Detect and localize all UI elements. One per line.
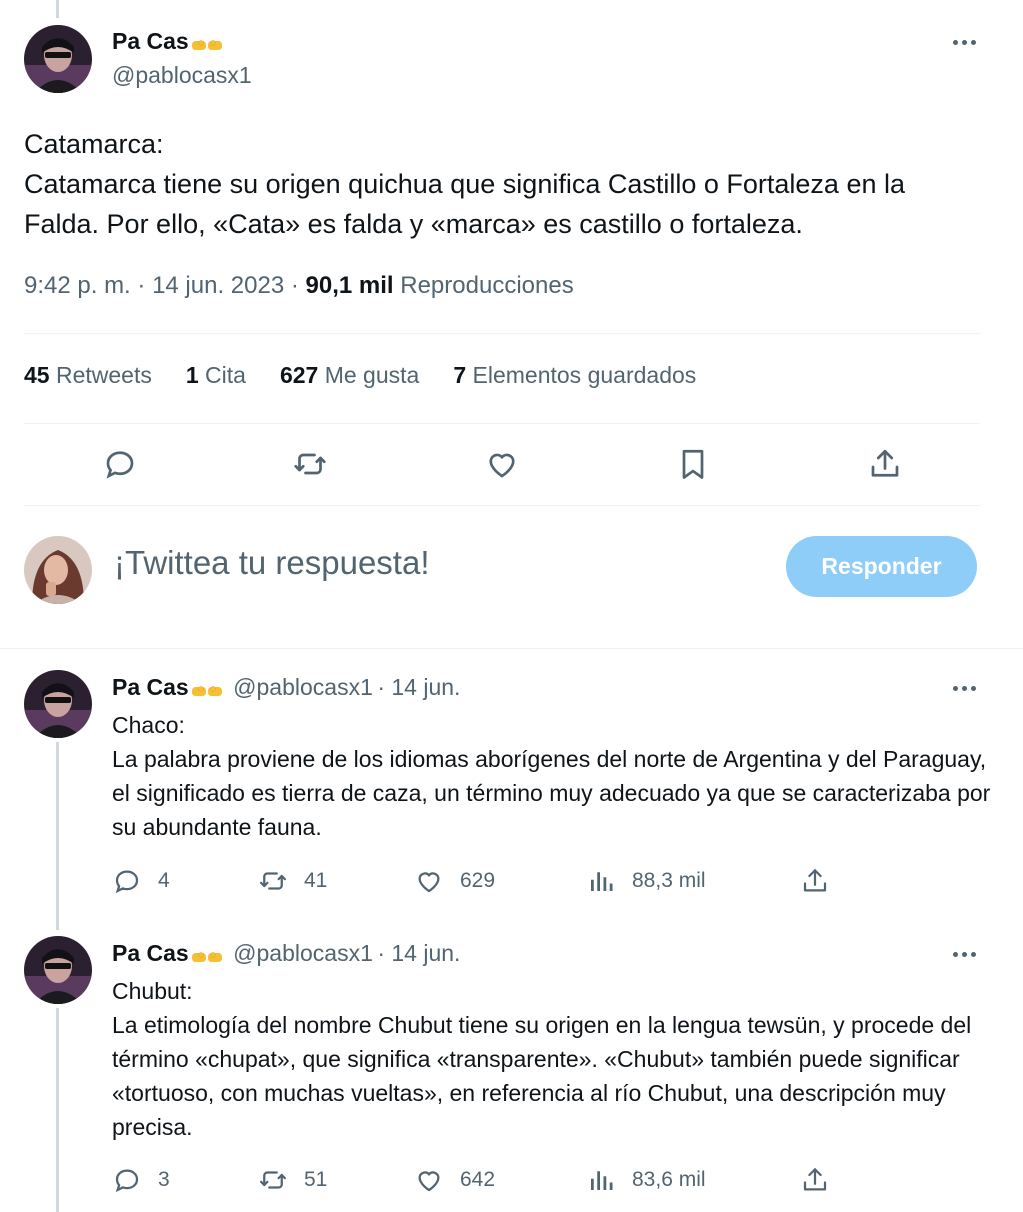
user-avatar[interactable]: [24, 536, 92, 604]
retweet-icon: [260, 1171, 286, 1189]
views-count: 88,3 mil: [632, 869, 706, 892]
divider: [24, 505, 980, 506]
divider: [0, 648, 1023, 649]
views-label: Reproducciones: [400, 272, 574, 299]
reply-icon: [115, 1169, 139, 1193]
author-handle[interactable]: @pablocasx1: [112, 62, 252, 89]
reply-text: Chaco: La palabra proviene de los idioma…: [112, 708, 992, 844]
thread-line-reply-1: [56, 742, 59, 930]
author-name-row[interactable]: Pa Cas: [112, 28, 223, 55]
tweet-time[interactable]: 9:42 p. m.: [24, 272, 131, 299]
reply-date[interactable]: · 14 jun.: [377, 674, 460, 700]
like-icon: [418, 872, 440, 893]
reply-count: 3: [158, 1168, 170, 1191]
views-count: 83,6 mil: [632, 1168, 706, 1191]
reply-icon: [115, 870, 139, 894]
hands-emoji-icon: [191, 952, 222, 962]
reply-views-action[interactable]: 83,6 mil: [586, 1165, 706, 1195]
quotes-stat[interactable]: 1 Cita: [186, 362, 246, 389]
reply-body: La etimología del nombre Chubut tiene su…: [112, 1012, 972, 1140]
reply-like-action[interactable]: 629: [414, 866, 495, 896]
like-icon[interactable]: [484, 446, 520, 482]
author-name[interactable]: Pa Cas: [112, 28, 189, 54]
tweet-stats: 45 Retweets 1 Cita 627 Me gusta 7 Elemen…: [24, 362, 696, 389]
hands-emoji-icon: [191, 686, 222, 696]
tweet-text-line: Catamarca tiene su origen quichua que si…: [24, 169, 905, 239]
reply-retweet-action[interactable]: 51: [258, 1165, 327, 1195]
reply-reply-action[interactable]: 4: [112, 866, 170, 896]
reply-body: La palabra proviene de los idiomas aborí…: [112, 746, 991, 840]
reply-author-name[interactable]: Pa Cas: [112, 940, 189, 966]
reply-input[interactable]: ¡Twittea tu respuesta!: [114, 544, 429, 582]
reply-like-action[interactable]: 642: [414, 1165, 495, 1195]
hands-emoji-icon: [191, 40, 222, 50]
more-options-icon[interactable]: [944, 678, 984, 698]
reply-title: Chaco:: [112, 712, 185, 738]
more-options-icon[interactable]: [944, 944, 984, 964]
tweet-text: Catamarca: Catamarca tiene su origen qui…: [24, 124, 984, 244]
reply-icon[interactable]: [102, 446, 138, 482]
views-count: 90,1 mil: [305, 272, 394, 299]
author-avatar[interactable]: [24, 25, 92, 93]
retweet-count: 41: [304, 869, 328, 892]
tweet-meta: 9:42 p. m. · 14 jun. 2023 · 90,1 mil Rep…: [24, 272, 574, 299]
likes-stat[interactable]: 627 Me gusta: [280, 362, 419, 389]
like-count: 642: [460, 1168, 496, 1191]
reply-text: Chubut: La etimología del nombre Chubut …: [112, 974, 992, 1144]
thread-line-reply-2: [56, 1008, 59, 1212]
reply-author-name[interactable]: Pa Cas: [112, 674, 189, 700]
reply-views-action[interactable]: 88,3 mil: [586, 866, 706, 896]
views-icon: [591, 1171, 613, 1190]
retweet-icon: [260, 872, 286, 890]
reply-title: Chubut:: [112, 978, 193, 1004]
reply-button[interactable]: Responder: [786, 536, 977, 597]
reply-date[interactable]: · 14 jun.: [377, 940, 460, 966]
reply-header: Pa Cas @pablocasx1 · 14 jun.: [112, 674, 460, 701]
share-icon: [803, 869, 827, 892]
bookmarks-stat[interactable]: 7 Elementos guardados: [453, 362, 696, 389]
reply-retweet-action[interactable]: 41: [258, 866, 327, 896]
reply-header: Pa Cas @pablocasx1 · 14 jun.: [112, 940, 460, 967]
share-icon[interactable]: [867, 446, 903, 482]
retweets-stat[interactable]: 45 Retweets: [24, 362, 152, 389]
share-icon: [803, 1168, 827, 1191]
divider: [24, 333, 980, 334]
thread-line-top: [56, 0, 59, 18]
reply-author-handle[interactable]: @pablocasx1: [233, 674, 373, 700]
more-options-icon[interactable]: [944, 32, 984, 52]
views-icon: [591, 872, 613, 891]
reply-count: 4: [158, 869, 170, 892]
reply-author-handle[interactable]: @pablocasx1: [233, 940, 373, 966]
reply-avatar[interactable]: [24, 670, 92, 738]
like-icon: [418, 1171, 440, 1192]
reply-avatar[interactable]: [24, 936, 92, 1004]
retweet-icon[interactable]: [292, 446, 328, 482]
tweet-date[interactable]: 14 jun. 2023: [152, 272, 284, 299]
divider: [24, 423, 980, 424]
reply-share-action[interactable]: [800, 1165, 830, 1195]
like-count: 629: [460, 869, 496, 892]
tweet-text-line: Catamarca:: [24, 129, 164, 159]
reply-share-action[interactable]: [800, 866, 830, 896]
reply-reply-action[interactable]: 3: [112, 1165, 170, 1195]
retweet-count: 51: [304, 1168, 328, 1191]
bookmark-icon[interactable]: [675, 446, 711, 482]
